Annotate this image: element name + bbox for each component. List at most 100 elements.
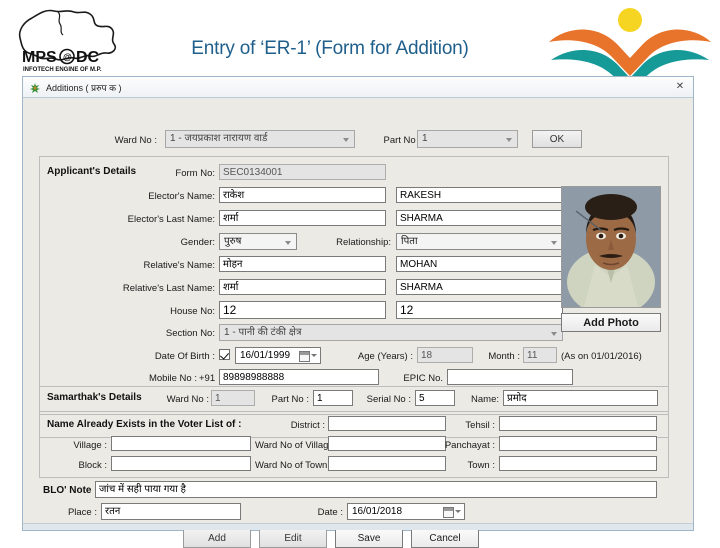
block-field[interactable]: [111, 456, 251, 471]
ok-button[interactable]: OK: [532, 130, 582, 148]
add-button[interactable]: Add: [183, 528, 251, 548]
samarthak-details-title: Samarthak's Details: [47, 392, 142, 403]
gender-label: Gender:: [180, 237, 215, 248]
ward-no-of-town-label: Ward No of Town :: [255, 460, 333, 471]
date-label: Date :: [317, 507, 343, 518]
chevron-down-icon: [455, 510, 461, 513]
age-years-field: 18: [417, 347, 473, 363]
relatives-last-name-hindi-field[interactable]: शर्मा: [219, 279, 386, 295]
house-no-english-field[interactable]: 12: [396, 301, 563, 319]
place-field[interactable]: रतन: [101, 503, 241, 520]
applicant-photo: [561, 186, 661, 308]
samarthak-ward-no-field: 1: [211, 390, 255, 406]
ward-no-of-town-field[interactable]: [328, 456, 446, 471]
name-already-exists-title: Name Already Exists in the Voter List of…: [47, 419, 242, 430]
blo-date-field[interactable]: 16/01/2018: [347, 503, 465, 520]
section-no-label: Section No:: [165, 328, 215, 339]
blo-note-field[interactable]: जांच में सही पाया गया है: [95, 481, 657, 498]
as-on-note: (As on 01/01/2016): [561, 351, 642, 362]
edit-button[interactable]: Edit: [259, 528, 327, 548]
chevron-down-icon: [311, 354, 317, 357]
electors-name-hindi-field[interactable]: राकेश: [219, 187, 386, 203]
date-of-birth-checkbox[interactable]: [219, 349, 230, 360]
relatives-name-english-field[interactable]: MOHAN: [396, 256, 563, 272]
town-label: Town :: [467, 460, 495, 471]
tehsil-label: Tehsil :: [465, 420, 495, 431]
electors-name-english-field[interactable]: RAKESH: [396, 187, 563, 203]
blo-note-label: BLO' Note :: [43, 485, 98, 496]
place-label: Place :: [67, 507, 97, 518]
epic-no-field[interactable]: [447, 369, 573, 385]
ward-no-label: Ward No :: [114, 135, 157, 146]
cancel-button[interactable]: Cancel: [411, 528, 479, 548]
calendar-icon: [443, 507, 454, 518]
close-icon[interactable]: ✕: [673, 80, 687, 94]
samarthak-serial-no-field[interactable]: 5: [415, 390, 455, 406]
additions-window: Additions ( प्ररुप क ) ✕ Ward No : 1 - ज…: [22, 76, 694, 548]
date-of-birth-label: Date Of Birth :: [154, 351, 215, 362]
mobile-no-label: Mobile No :: [148, 373, 197, 384]
svg-text:DC: DC: [76, 49, 100, 66]
relatives-name-label: Relative's Name:: [143, 260, 215, 271]
status-bar: [23, 523, 693, 530]
gender-select[interactable]: पुरुष: [219, 233, 297, 250]
samarthak-part-no-label: Part No :: [271, 394, 310, 405]
relationship-select[interactable]: पिता: [396, 233, 563, 250]
blo-date-value: 16/01/2018: [352, 506, 403, 517]
date-of-birth-value: 16/01/1999: [240, 350, 291, 361]
district-field[interactable]: [328, 416, 446, 431]
window-client-area: Ward No : 1 - जयप्रकाश नारायण वार्ड Part…: [23, 98, 693, 548]
date-of-birth-field[interactable]: 16/01/1999: [235, 347, 321, 364]
epic-no-label: EPIC No.: [403, 373, 443, 384]
relatives-name-hindi-field[interactable]: मोहन: [219, 256, 386, 272]
age-years-label: Age (Years) :: [357, 351, 413, 362]
part-no-label: Part No :: [383, 135, 422, 146]
app-icon: [29, 81, 41, 93]
window-title-text: Additions ( प्ररुप क ): [46, 82, 122, 93]
house-no-label: House No:: [170, 306, 215, 317]
samarthak-ward-no-label: Ward No :: [166, 394, 209, 405]
mobile-country-prefix: +91: [199, 373, 216, 384]
ward-no-select[interactable]: 1 - जयप्रकाश नारायण वार्ड: [165, 130, 355, 148]
svg-text:INFOTECH ENGINE OF M.P.: INFOTECH ENGINE OF M.P.: [23, 67, 102, 73]
house-no-hindi-field[interactable]: 12: [219, 301, 386, 319]
samarthak-part-no-field[interactable]: 1: [313, 390, 353, 406]
window-titlebar: Additions ( प्ररुप क ) ✕: [23, 77, 693, 98]
relationship-label: Relationship:: [336, 237, 391, 248]
electors-last-name-english-field[interactable]: SHARMA: [396, 210, 563, 226]
village-label: Village :: [73, 440, 107, 451]
part-no-select[interactable]: 1: [417, 130, 518, 148]
mpsedc-logo: MPS @ DC INFOTECH ENGINE OF M.P.: [10, 4, 128, 80]
ward-no-of-village-field[interactable]: [328, 436, 446, 451]
add-photo-button[interactable]: Add Photo: [561, 313, 661, 332]
electors-name-label: Elector's Name:: [148, 191, 215, 202]
section-no-select[interactable]: 1 - पानी की टंकी क्षेत्र: [219, 324, 563, 341]
village-field[interactable]: [111, 436, 251, 451]
svg-text:@: @: [63, 52, 72, 62]
slide-header: MPS @ DC INFOTECH ENGINE OF M.P. Entry o…: [0, 0, 720, 84]
form-no-field: SEC0134001: [219, 164, 386, 180]
education-emblem-logo: [545, 6, 715, 82]
electors-last-name-label: Elector's Last Name:: [127, 214, 215, 225]
save-button[interactable]: Save: [335, 528, 403, 548]
month-label: Month :: [488, 351, 520, 362]
calendar-icon: [299, 351, 310, 362]
page-title: Entry of ‘ER-1’ (Form for Addition): [191, 38, 469, 59]
samarthak-name-field[interactable]: प्रमोद: [503, 390, 658, 406]
relatives-last-name-english-field[interactable]: SHARMA: [396, 279, 563, 295]
svg-text:MPS: MPS: [22, 49, 57, 66]
mobile-no-field[interactable]: 89898988888: [219, 369, 379, 385]
relatives-last-name-label: Relative's Last Name:: [122, 283, 215, 294]
samarthak-serial-no-label: Serial No :: [366, 394, 411, 405]
form-no-label: Form No:: [175, 168, 215, 179]
block-label: Block :: [78, 460, 107, 471]
ward-no-of-village-label: Ward No of Village :: [255, 440, 339, 451]
samarthak-name-label: Name:: [471, 394, 499, 405]
month-field: 11: [523, 347, 557, 363]
town-field[interactable]: [499, 456, 657, 471]
district-label: District :: [290, 420, 325, 431]
tehsil-field[interactable]: [499, 416, 657, 431]
applicants-details-title: Applicant's Details: [47, 166, 137, 177]
panchayat-field[interactable]: [499, 436, 657, 451]
electors-last-name-hindi-field[interactable]: शर्मा: [219, 210, 386, 226]
